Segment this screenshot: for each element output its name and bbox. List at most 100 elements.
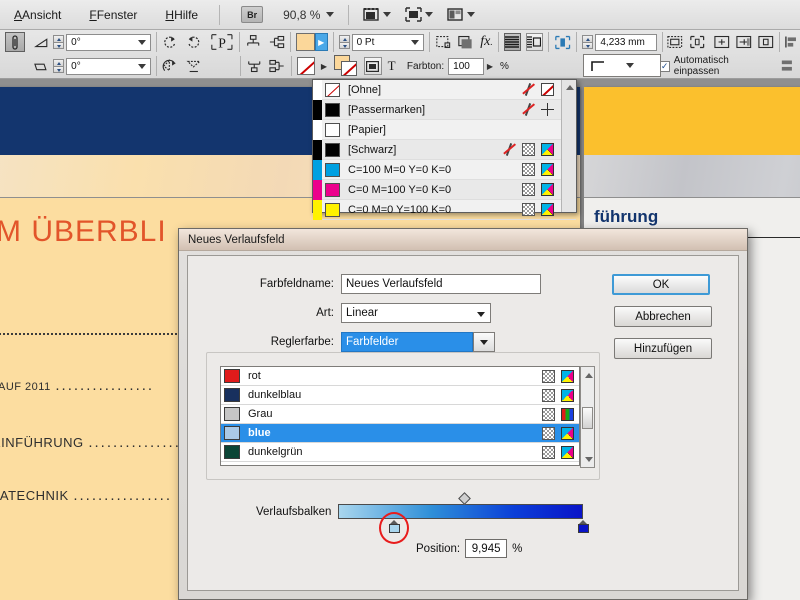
text-frame-options-icon[interactable] bbox=[554, 34, 571, 51]
add-button[interactable]: Hinzufügen bbox=[614, 338, 712, 359]
position-input[interactable]: 9,945 bbox=[465, 539, 508, 558]
flip-vertical-icon[interactable] bbox=[186, 58, 202, 74]
shear-angle-field[interactable]: 0° bbox=[66, 57, 152, 75]
dialog-swatch-chip[interactable] bbox=[224, 426, 240, 440]
distribute-bottom-icon[interactable] bbox=[246, 58, 263, 74]
effects-fx-icon[interactable]: fx. bbox=[480, 34, 492, 50]
fill-color-swatch[interactable] bbox=[296, 33, 315, 51]
menu-hilfe[interactable]: HHilfe bbox=[151, 5, 212, 25]
fit-proportionally-icon[interactable] bbox=[714, 34, 730, 50]
shear-angle-chevron-icon[interactable] bbox=[138, 63, 147, 69]
zoom-dropdown-chevron-icon[interactable] bbox=[326, 12, 335, 17]
dialog-swatch-row[interactable]: Grau bbox=[221, 405, 579, 424]
stroke-weight-chevron-icon[interactable] bbox=[410, 39, 419, 45]
swatch-color-chip[interactable] bbox=[325, 122, 340, 137]
new-gradient-swatch-dialog[interactable]: Neues Verlaufsfeld Farbfeldname: Neues V… bbox=[178, 228, 748, 600]
zoom-level-value[interactable]: 90,8 % bbox=[277, 8, 326, 22]
text-tool-icon[interactable]: T bbox=[388, 58, 396, 74]
stroke-weight-stepper[interactable] bbox=[338, 35, 350, 49]
chain-link-icon[interactable] bbox=[5, 32, 25, 52]
gradient-type-chevron-icon[interactable] bbox=[477, 312, 485, 317]
dialog-swatch-chip[interactable] bbox=[224, 445, 240, 459]
rotate-angle-field[interactable]: 0° bbox=[66, 33, 152, 51]
corner-shape-chevron-icon[interactable] bbox=[626, 63, 634, 68]
swatch-row[interactable]: [Papier] bbox=[313, 119, 576, 140]
screen-mode-chevron-icon[interactable] bbox=[383, 12, 392, 17]
shear-angle-stepper[interactable] bbox=[53, 59, 65, 73]
tint-expand-arrow-icon[interactable]: ▶ bbox=[487, 62, 493, 71]
swatch-row[interactable]: C=0 M=0 Y=100 K=0 bbox=[313, 199, 576, 220]
corner-shape-dropdown[interactable] bbox=[583, 54, 661, 77]
dialog-swatch-chip[interactable] bbox=[224, 369, 240, 383]
fill-frame-icon[interactable] bbox=[736, 34, 752, 50]
stop-color-dropdown-button[interactable] bbox=[473, 332, 495, 352]
menu-fenster[interactable]: FFenster bbox=[75, 5, 151, 25]
rotate-counterclockwise-icon[interactable] bbox=[186, 34, 202, 50]
swatch-color-chip[interactable] bbox=[325, 162, 340, 177]
list-scroll-up-arrow[interactable] bbox=[581, 368, 596, 382]
drop-shadow-icon[interactable] bbox=[457, 34, 473, 50]
center-content-icon[interactable] bbox=[758, 34, 774, 50]
list-scroll-thumb[interactable] bbox=[582, 407, 593, 429]
align-panel-icon[interactable] bbox=[785, 34, 800, 50]
tint-field[interactable]: 100 bbox=[448, 57, 484, 75]
inset-stepper[interactable] bbox=[582, 35, 594, 49]
preview-mode-icon[interactable] bbox=[398, 7, 440, 22]
swatch-name-input[interactable]: Neues Verlaufsfeld bbox=[341, 274, 541, 294]
swatch-row[interactable]: [Schwarz] bbox=[313, 139, 576, 160]
dialog-swatch-chip[interactable] bbox=[224, 407, 240, 421]
screen-mode-icon[interactable] bbox=[356, 7, 398, 22]
swatches-scrollbar[interactable] bbox=[561, 80, 576, 212]
preview-mode-chevron-icon[interactable] bbox=[425, 12, 434, 17]
stroke-expand-arrow-icon[interactable]: ▶ bbox=[321, 62, 327, 71]
swatches-dropdown-panel[interactable]: [Ohne] [Passermarken] [Papier] [Schwarz] C=1… bbox=[312, 79, 577, 220]
text-wrap-bounding-icon[interactable] bbox=[525, 33, 544, 51]
distribute-spacing-icon[interactable] bbox=[780, 58, 795, 74]
cancel-button[interactable]: Abbrechen bbox=[614, 306, 712, 327]
dialog-swatch-row[interactable]: dunkelgrün bbox=[221, 443, 579, 462]
dialog-swatch-row[interactable]: blue bbox=[221, 424, 579, 443]
swatch-color-chip[interactable] bbox=[325, 142, 340, 157]
list-scroll-down-arrow[interactable] bbox=[581, 452, 596, 466]
distribute-top-icon[interactable] bbox=[245, 34, 261, 50]
stroke-weight-field[interactable]: 0 Pt bbox=[351, 33, 424, 51]
ok-button[interactable]: OK bbox=[612, 274, 710, 295]
dialog-title-bar[interactable]: Neues Verlaufsfeld bbox=[179, 229, 747, 251]
arrange-documents-icon[interactable] bbox=[440, 7, 482, 22]
dialog-list-scrollbar[interactable] bbox=[580, 366, 595, 468]
gradient-midpoint-marker[interactable] bbox=[458, 492, 471, 505]
paragraph-style-icon[interactable]: P bbox=[210, 32, 234, 52]
bridge-icon[interactable]: Br bbox=[241, 6, 264, 23]
dialog-swatch-chip[interactable] bbox=[224, 388, 240, 402]
swatch-color-chip[interactable] bbox=[325, 102, 340, 117]
fit-content-icon[interactable] bbox=[667, 34, 683, 50]
swatch-row[interactable]: [Passermarken] bbox=[313, 99, 576, 120]
stop-color-select[interactable]: Farbfelder bbox=[341, 332, 473, 352]
distribute-right-icon[interactable] bbox=[269, 58, 286, 74]
dialog-swatch-list[interactable]: rot dunkelblau Grau blue dunkelgrün bbox=[220, 366, 595, 468]
gradient-type-select[interactable]: Linear bbox=[341, 303, 491, 323]
gradient-stop-end[interactable] bbox=[578, 520, 589, 533]
swatch-color-chip[interactable] bbox=[325, 202, 340, 217]
swatch-color-chip[interactable] bbox=[325, 182, 340, 197]
inset-field[interactable]: 4,233 mm bbox=[595, 33, 657, 51]
fit-frame-icon[interactable] bbox=[689, 34, 705, 50]
flip-horizontal-icon[interactable] bbox=[162, 58, 178, 74]
swatch-row[interactable]: [Ohne] bbox=[313, 79, 576, 100]
swatch-row[interactable]: C=100 M=0 Y=0 K=0 bbox=[313, 159, 576, 180]
stroke-none-icon[interactable] bbox=[296, 57, 316, 75]
text-wrap-none-icon[interactable] bbox=[503, 33, 522, 51]
rotate-clockwise-icon[interactable] bbox=[162, 34, 178, 50]
arrange-chevron-icon[interactable] bbox=[467, 12, 476, 17]
rotate-angle-chevron-icon[interactable] bbox=[138, 39, 147, 45]
rotate-angle-stepper[interactable] bbox=[53, 35, 65, 49]
dialog-swatch-row[interactable]: rot bbox=[221, 367, 579, 386]
distribute-left-icon[interactable] bbox=[269, 34, 285, 50]
container-select-icon[interactable] bbox=[363, 57, 383, 75]
corner-options-icon[interactable] bbox=[435, 34, 451, 50]
dialog-swatch-row[interactable]: dunkelblau bbox=[221, 386, 579, 405]
menu-ansicht[interactable]: AAnsicht bbox=[0, 5, 75, 25]
fill-stroke-toggle[interactable]: ▶ bbox=[314, 33, 328, 51]
swatch-color-chip[interactable] bbox=[325, 82, 340, 97]
autofit-checkbox[interactable] bbox=[659, 60, 670, 72]
